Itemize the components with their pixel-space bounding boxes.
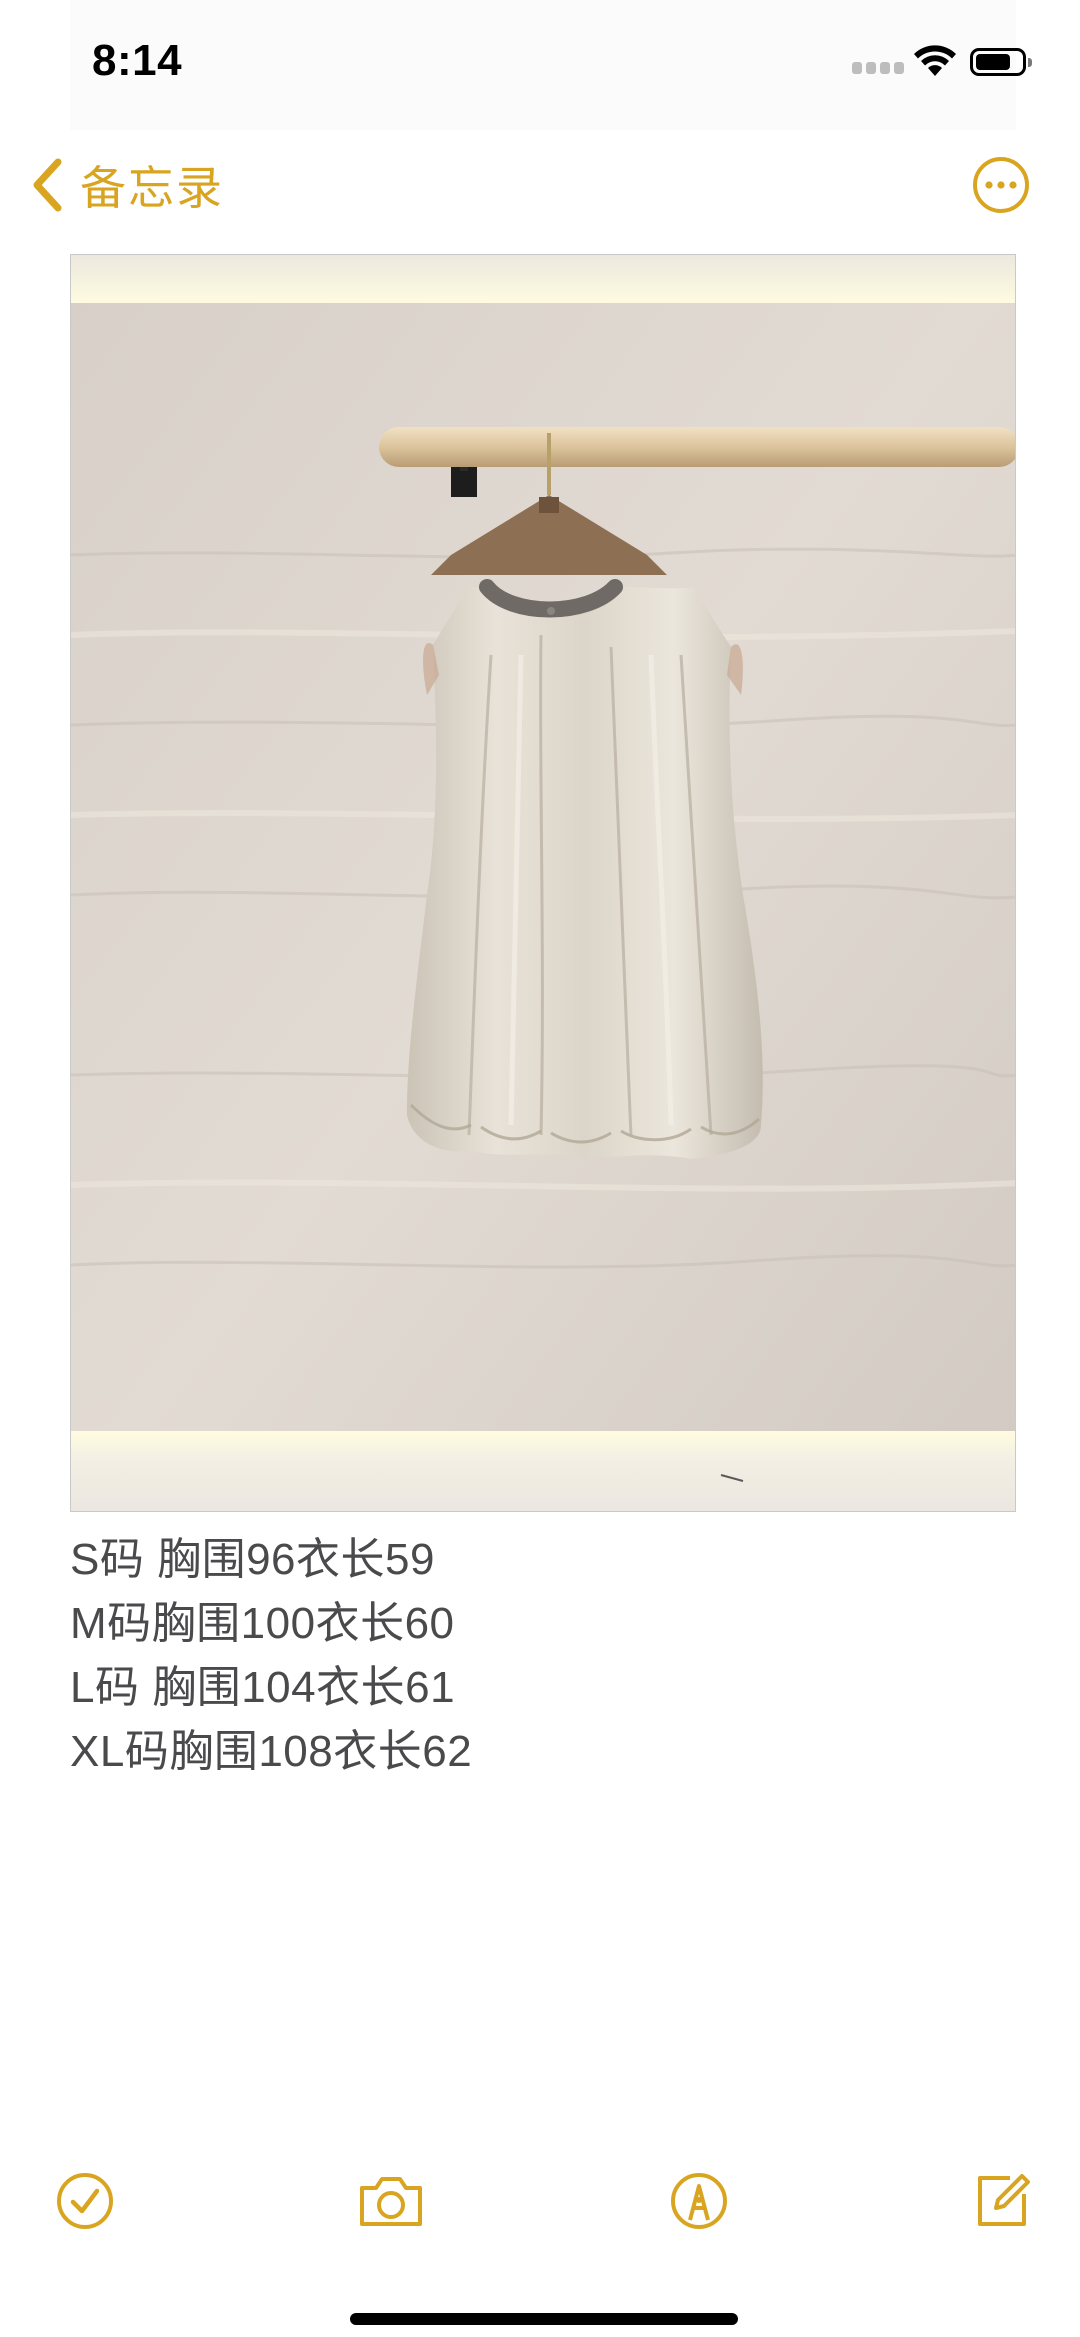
note-line: L码 胸围104衣长61: [70, 1663, 456, 1712]
navigation-bar: 备忘录: [0, 130, 1080, 240]
cellular-signal-icon: [852, 62, 906, 76]
home-indicator[interactable]: [350, 2313, 738, 2325]
camera-icon[interactable]: [356, 2168, 426, 2234]
battery-icon: [970, 48, 1032, 76]
checklist-icon[interactable]: [52, 2168, 118, 2234]
wifi-icon: [914, 45, 956, 76]
note-line: XL码胸围108衣长62: [70, 1727, 473, 1776]
compose-icon[interactable]: [968, 2168, 1034, 2234]
bottom-toolbar: [0, 2168, 1080, 2238]
note-line: M码胸围100衣长60: [70, 1599, 455, 1648]
garment-photo-illustration: [71, 255, 1015, 1511]
markup-pen-icon[interactable]: [666, 2168, 732, 2234]
chevron-left-icon: [33, 158, 62, 212]
back-button[interactable]: 备忘录: [30, 154, 224, 216]
status-bar: 8:14: [70, 0, 1032, 130]
ellipsis-circle-icon[interactable]: [972, 156, 1030, 214]
note-line: S码 胸围96衣长59: [70, 1535, 435, 1584]
status-time: 8:14: [92, 36, 183, 85]
back-label: 备忘录: [80, 162, 224, 214]
attached-photo[interactable]: [70, 254, 1016, 1512]
note-body[interactable]: S码 胸围96衣长59 M码胸围100衣长60 L码 胸围104衣长61 XL码…: [70, 1528, 1016, 1784]
